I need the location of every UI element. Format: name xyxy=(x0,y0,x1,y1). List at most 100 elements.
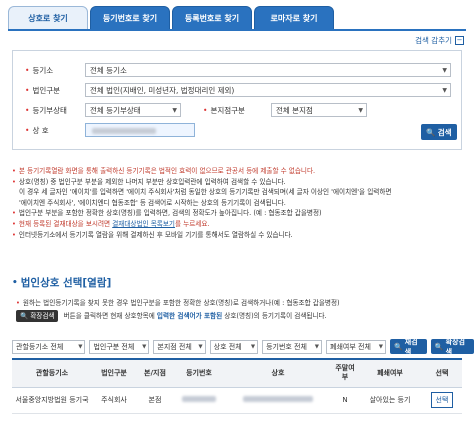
notice-list: • 본 등기기록열람 화면을 통해 출력하신 등기기록은 법적인 효력이 없으므로… xyxy=(12,166,467,240)
filter-branch-select[interactable]: 본지점 전체 ▼ xyxy=(153,339,206,354)
filter-corp-select[interactable]: 법인구분 전체 ▼ xyxy=(89,339,150,354)
redacted-text xyxy=(243,396,313,402)
cell-select: 선택 xyxy=(422,387,462,414)
notice-item: • 인터넷등기소에서 등기기록 열람을 위해 결제하신 후 모바일 기기를 통해서… xyxy=(12,230,293,239)
section-title-text: 법인상호 선택[열람] xyxy=(20,277,112,289)
info-text: 원하는 법인등기기록을 찾지 못한 경우 법인구분을 포함한 정확한 상호(명칭… xyxy=(22,299,340,307)
expand-search-label: 확장검색 xyxy=(30,311,55,320)
notice-text: 상호(명칭) 중 법인구분 부분을 제외한 나머지 부분만 상호입력란에 입력하… xyxy=(18,177,286,186)
filter-value: 폐쇄여부 전체 xyxy=(330,342,371,351)
cell-trade-name xyxy=(224,387,332,414)
corp-type-value: 전체 법인(지배인, 미성년자, 법정대리인 제외) xyxy=(90,85,235,95)
results-table: 관할등기소 법인구분 본/지점 등기번호 상호 주말여부 폐쇄여부 선택 서울중… xyxy=(12,358,462,414)
branch-type-label: 본지점구분 xyxy=(203,105,271,116)
chevron-down-icon: ▼ xyxy=(78,343,83,350)
research-label: 재검색 xyxy=(404,337,418,356)
registry-status-select[interactable]: 전체 등기부상태 ▼ xyxy=(85,103,181,117)
column-header: 본/지점 xyxy=(136,358,174,388)
info-box: • 원하는 법인등기기록을 찾지 못한 경우 법인구분을 포함한 정확한 상호(명… xyxy=(16,297,471,323)
cell-closed-status: 살아있는 등기 xyxy=(358,387,422,414)
result-filters: 관할등기소 전체 ▼ 법인구분 전체 ▼ 본지점 전체 ▼ 상호 전체 ▼ 등기번호 전… xyxy=(12,337,474,356)
chevron-down-icon: ▼ xyxy=(142,343,147,350)
notice-text: 이 경우 세 글자인 '에이치'를 입력하면 '에이치 주식회사'처럼 동일한 … xyxy=(19,188,392,197)
chevron-down-icon: ▼ xyxy=(378,343,383,350)
chevron-down-icon: ▼ xyxy=(172,107,177,114)
search-icon: 🔍 xyxy=(426,127,436,137)
filter-value: 관할등기소 전체 xyxy=(16,342,64,351)
notice-item: • 현재 등록된 결재대상을 보시려면 결재대상법인 목록보기를 누르세요. xyxy=(12,219,210,228)
table-header-row: 관할등기소 법인구분 본/지점 등기번호 상호 주말여부 폐쇄여부 선택 xyxy=(12,358,462,388)
trade-name-input[interactable] xyxy=(85,123,195,137)
select-button[interactable]: 선택 xyxy=(430,392,454,408)
filter-registry-no-select[interactable]: 등기번호 전체 ▼ xyxy=(262,339,323,354)
notice-text: 를 누르세요. xyxy=(174,219,210,228)
column-header: 관할등기소 xyxy=(12,358,92,388)
info-line: • 원하는 법인등기기록을 찾지 못한 경우 법인구분을 포함한 정확한 상호(명… xyxy=(16,299,340,307)
filter-name-select[interactable]: 상호 전체 ▼ xyxy=(209,339,259,354)
branch-type-value: 전체 본지점 xyxy=(276,105,313,115)
cell-corp-type: 주식회사 xyxy=(92,387,136,414)
expand-search-label: 확장검색 xyxy=(445,337,465,356)
chevron-down-icon: ▼ xyxy=(358,107,363,114)
search-button-label: 검색 xyxy=(437,127,452,137)
info-text: 버튼을 클릭하면 현재 상호항목에 xyxy=(61,312,157,320)
registry-status-value: 전체 등기부상태 xyxy=(90,105,141,115)
chevron-down-icon: ▼ xyxy=(314,343,320,350)
redacted-text xyxy=(182,396,216,402)
cell-branch: 본점 xyxy=(136,387,174,414)
cell-weekend: N xyxy=(332,387,358,414)
chevron-down-icon: ▼ xyxy=(442,67,447,74)
search-icon: 🔍 xyxy=(393,342,403,351)
notice-text: 본 등기기록열람 화면을 통해 출력하신 등기기록은 법적인 효력이 없으므로 … xyxy=(18,167,316,175)
cell-registry-no xyxy=(174,387,224,414)
section-title: • 법인상호 선택[열람] xyxy=(12,275,111,290)
bullet-icon: • xyxy=(12,277,18,288)
cell-office: 서울중앙지방법원 등기국 xyxy=(12,387,92,414)
expand-search-inline-button[interactable]: 🔍 확장검색 xyxy=(16,310,59,322)
filter-value: 등기번호 전체 xyxy=(266,342,307,351)
info-emphasis: 입력한 검색어가 포함된 xyxy=(156,312,223,320)
filter-closed-select[interactable]: 폐쇄여부 전체 ▼ xyxy=(326,339,386,354)
minus-icon: − xyxy=(455,36,464,45)
tab-search-by-registry-no[interactable]: 등기번호로 찾기 xyxy=(90,6,170,30)
column-header: 폐쇄여부 xyxy=(358,358,422,388)
notice-item: • 법인구분 부분을 포함한 정확한 상호(명칭)를 입력하면, 검색의 정확도가… xyxy=(12,209,322,218)
column-header: 법인구분 xyxy=(92,358,136,388)
branch-type-select[interactable]: 전체 본지점 ▼ xyxy=(271,103,367,117)
notice-text: 현재 등록된 결재대상을 보시려면 xyxy=(18,219,113,228)
search-icon: 🔍 xyxy=(20,311,29,320)
registry-office-label: 등기소 xyxy=(25,65,85,76)
tab-underline xyxy=(8,29,466,31)
registry-office-select[interactable]: 전체 등기소 ▼ xyxy=(85,63,451,77)
hide-search-label: 검색 감추기 xyxy=(415,36,452,45)
filter-value: 법인구분 전체 xyxy=(93,342,135,351)
expand-search-button[interactable]: 🔍 확장검색 xyxy=(430,337,474,356)
search-form: 등기소 전체 등기소 ▼ 법인구분 전체 법인(지배인, 미성년자, 법정대리인… xyxy=(12,50,462,150)
registry-office-value: 전체 등기소 xyxy=(90,65,127,75)
column-header: 상호 xyxy=(224,358,332,388)
search-icon: 🔍 xyxy=(434,342,444,351)
hide-search-toggle[interactable]: 검색 감추기 − xyxy=(415,35,464,46)
info-text: 상호(명칭)의 등기기록이 검색됩니다. xyxy=(222,312,327,320)
notice-text: 인터넷등기소에서 등기기록 열람을 위해 결제하신 후 모바일 기기를 통해서도… xyxy=(18,230,293,239)
tab-search-by-roman[interactable]: 로마자로 찾기 xyxy=(254,6,334,30)
registry-status-label: 등기부상태 xyxy=(25,105,85,116)
approval-list-link[interactable]: 결재대상법인 목록보기 xyxy=(112,220,175,228)
tab-search-by-registration-no[interactable]: 등록번호로 찾기 xyxy=(172,6,252,30)
table-row[interactable]: 서울중앙지방법원 등기국 주식회사 본점 N 살아있는 등기 선택 xyxy=(12,387,462,414)
notice-text: 법인구분 부분을 포함한 정확한 상호(명칭)를 입력하면, 검색의 정확도가 … xyxy=(18,209,322,218)
notice-item: 이 경우 세 글자인 '에이치'를 입력하면 '에이치 주식회사'처럼 동일한 … xyxy=(12,187,467,198)
research-button[interactable]: 🔍 재검색 xyxy=(389,337,427,356)
info-line: 🔍 확장검색 버튼을 클릭하면 현재 상호항목에 입력한 검색어가 포함된 상호(… xyxy=(16,310,471,323)
tab-search-by-name[interactable]: 상호로 찾기 xyxy=(8,6,88,30)
search-button[interactable]: 🔍 검색 xyxy=(421,124,457,140)
search-tabs: 상호로 찾기 등기번호로 찾기 등록번호로 찾기 로마자로 찾기 xyxy=(8,6,334,30)
corp-type-label: 법인구분 xyxy=(25,85,85,96)
corp-type-select[interactable]: 전체 법인(지배인, 미성년자, 법정대리인 제외) ▼ xyxy=(85,83,451,97)
filter-office-select[interactable]: 관할등기소 전체 ▼ xyxy=(12,339,86,354)
column-header: 등기번호 xyxy=(174,358,224,388)
column-header: 주말여부 xyxy=(332,358,358,388)
chevron-down-icon: ▼ xyxy=(198,343,203,350)
filter-value: 본지점 전체 xyxy=(157,342,192,351)
notice-item: • 본 등기기록열람 화면을 통해 출력하신 등기기록은 법적인 효력이 없으므로… xyxy=(12,167,316,175)
